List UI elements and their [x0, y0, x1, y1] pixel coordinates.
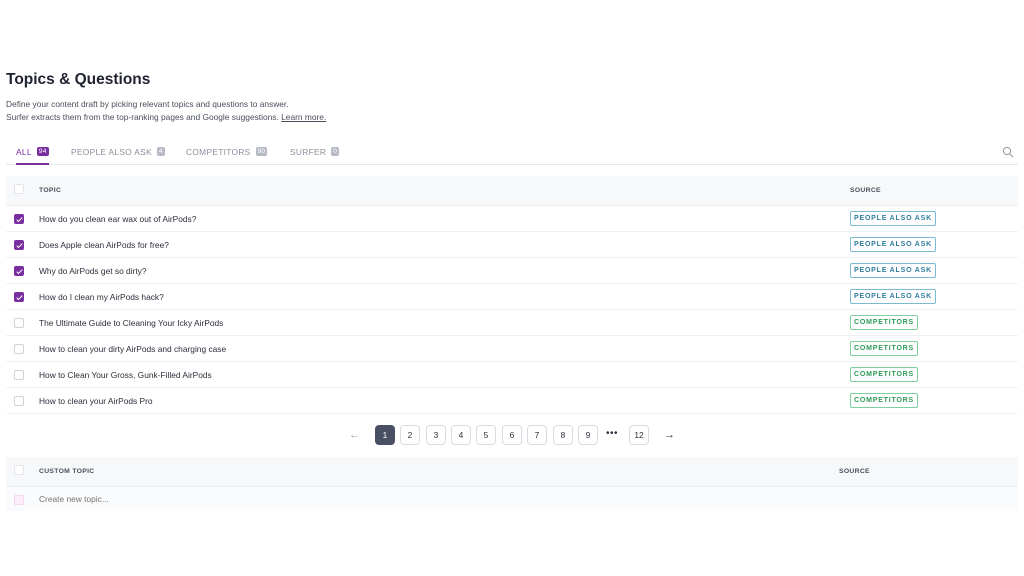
table-row[interactable]: How to clean your AirPods Pro COMPETITOR… [6, 388, 1018, 414]
page-button-1[interactable]: 1 [375, 425, 395, 445]
page-button-7[interactable]: 7 [527, 425, 547, 445]
pagination: ← 1 2 3 4 5 6 7 8 9 ••• 12 → [0, 425, 1024, 445]
table-row[interactable]: Does Apple clean AirPods for free? PEOPL… [6, 232, 1018, 258]
learn-more-link[interactable]: Learn more. [281, 112, 326, 122]
tab-count: 90 [255, 147, 268, 156]
source-badge: PEOPLE ALSO ASK [850, 211, 936, 226]
topics-table-header: TOPIC SOURCE [6, 176, 1018, 206]
topic-text: Does Apple clean AirPods for free? [39, 240, 169, 250]
tab-count: 94 [36, 147, 49, 156]
new-topic-input[interactable] [39, 494, 339, 504]
row-checkbox[interactable] [14, 344, 24, 354]
custom-topics-header: CUSTOM TOPIC SOURCE [6, 457, 1018, 487]
custom-topic-checkbox[interactable] [14, 495, 24, 505]
row-checkbox[interactable] [14, 266, 24, 276]
row-checkbox[interactable] [14, 240, 24, 250]
column-header-source: SOURCE [850, 187, 881, 194]
tab-people-also-ask[interactable]: PEOPLE ALSO ASK 4 [71, 147, 165, 165]
tab-count: 0 [331, 147, 340, 156]
page-button-9[interactable]: 9 [578, 425, 598, 445]
tab-label: PEOPLE ALSO ASK [71, 147, 152, 157]
description-line-1: Define your content draft by picking rel… [6, 99, 289, 109]
source-badge: COMPETITORS [850, 341, 919, 356]
source-badge: COMPETITORS [850, 393, 919, 408]
row-checkbox[interactable] [14, 292, 24, 302]
custom-topic-row [6, 487, 1018, 511]
tab-count: 4 [156, 147, 165, 156]
table-row[interactable]: How to clean your dirty AirPods and char… [6, 336, 1018, 362]
page-button-5[interactable]: 5 [476, 425, 496, 445]
table-row[interactable]: The Ultimate Guide to Cleaning Your Icky… [6, 310, 1018, 336]
description-line-2: Surfer extracts them from the top-rankin… [6, 112, 327, 122]
topic-text: How do I clean my AirPods hack? [39, 292, 164, 302]
topic-text: Why do AirPods get so dirty? [39, 266, 147, 276]
table-row[interactable]: How to Clean Your Gross, Gunk-Filled Air… [6, 362, 1018, 388]
topic-text: How to clean your AirPods Pro [39, 396, 153, 406]
tab-label: ALL [16, 147, 32, 157]
table-row[interactable]: Why do AirPods get so dirty? PEOPLE ALSO… [6, 258, 1018, 284]
source-badge: PEOPLE ALSO ASK [850, 237, 936, 252]
source-badge: PEOPLE ALSO ASK [850, 263, 936, 278]
page-button-6[interactable]: 6 [502, 425, 522, 445]
row-checkbox[interactable] [14, 396, 24, 406]
source-badge: COMPETITORS [850, 367, 919, 382]
tab-label: SURFER [290, 147, 327, 157]
row-checkbox[interactable] [14, 370, 24, 380]
topic-text: How to clean your dirty AirPods and char… [39, 344, 227, 354]
page-button-4[interactable]: 4 [451, 425, 471, 445]
row-checkbox[interactable] [14, 318, 24, 328]
table-row[interactable]: How do I clean my AirPods hack? PEOPLE A… [6, 284, 1018, 310]
search-icon[interactable] [1002, 146, 1014, 158]
table-row[interactable]: How do you clean ear wax out of AirPods?… [6, 206, 1018, 232]
topic-text: How to Clean Your Gross, Gunk-Filled Air… [39, 370, 212, 380]
tab-all[interactable]: ALL 94 [16, 147, 49, 165]
topic-text: How do you clean ear wax out of AirPods? [39, 214, 197, 224]
page-title: Topics & Questions [6, 71, 151, 88]
page-description: Define your content draft by picking rel… [6, 98, 326, 124]
source-badge: PEOPLE ALSO ASK [850, 289, 936, 304]
column-header-topic: TOPIC [39, 187, 62, 194]
page-button-12[interactable]: 12 [629, 425, 649, 445]
tab-bar: ALL 94 PEOPLE ALSO ASK 4 COMPETITORS 90 … [6, 142, 1018, 165]
topic-text: The Ultimate Guide to Cleaning Your Icky… [39, 318, 224, 328]
page-button-3[interactable]: 3 [426, 425, 446, 445]
source-badge: COMPETITORS [850, 315, 919, 330]
page-button-2[interactable]: 2 [400, 425, 420, 445]
tab-surfer[interactable]: SURFER 0 [290, 147, 340, 165]
select-all-checkbox[interactable] [14, 184, 24, 194]
prev-page-arrow-icon[interactable]: ← [349, 427, 360, 443]
custom-select-all-checkbox[interactable] [14, 465, 24, 475]
row-checkbox[interactable] [14, 214, 24, 224]
column-header-custom-topic: CUSTOM TOPIC [39, 468, 95, 475]
tab-label: COMPETITORS [186, 147, 251, 157]
pagination-ellipsis: ••• [606, 428, 619, 439]
column-header-custom-source: SOURCE [839, 468, 870, 475]
next-page-arrow-icon[interactable]: → [664, 427, 675, 443]
tab-competitors[interactable]: COMPETITORS 90 [186, 147, 268, 165]
page-button-8[interactable]: 8 [553, 425, 573, 445]
